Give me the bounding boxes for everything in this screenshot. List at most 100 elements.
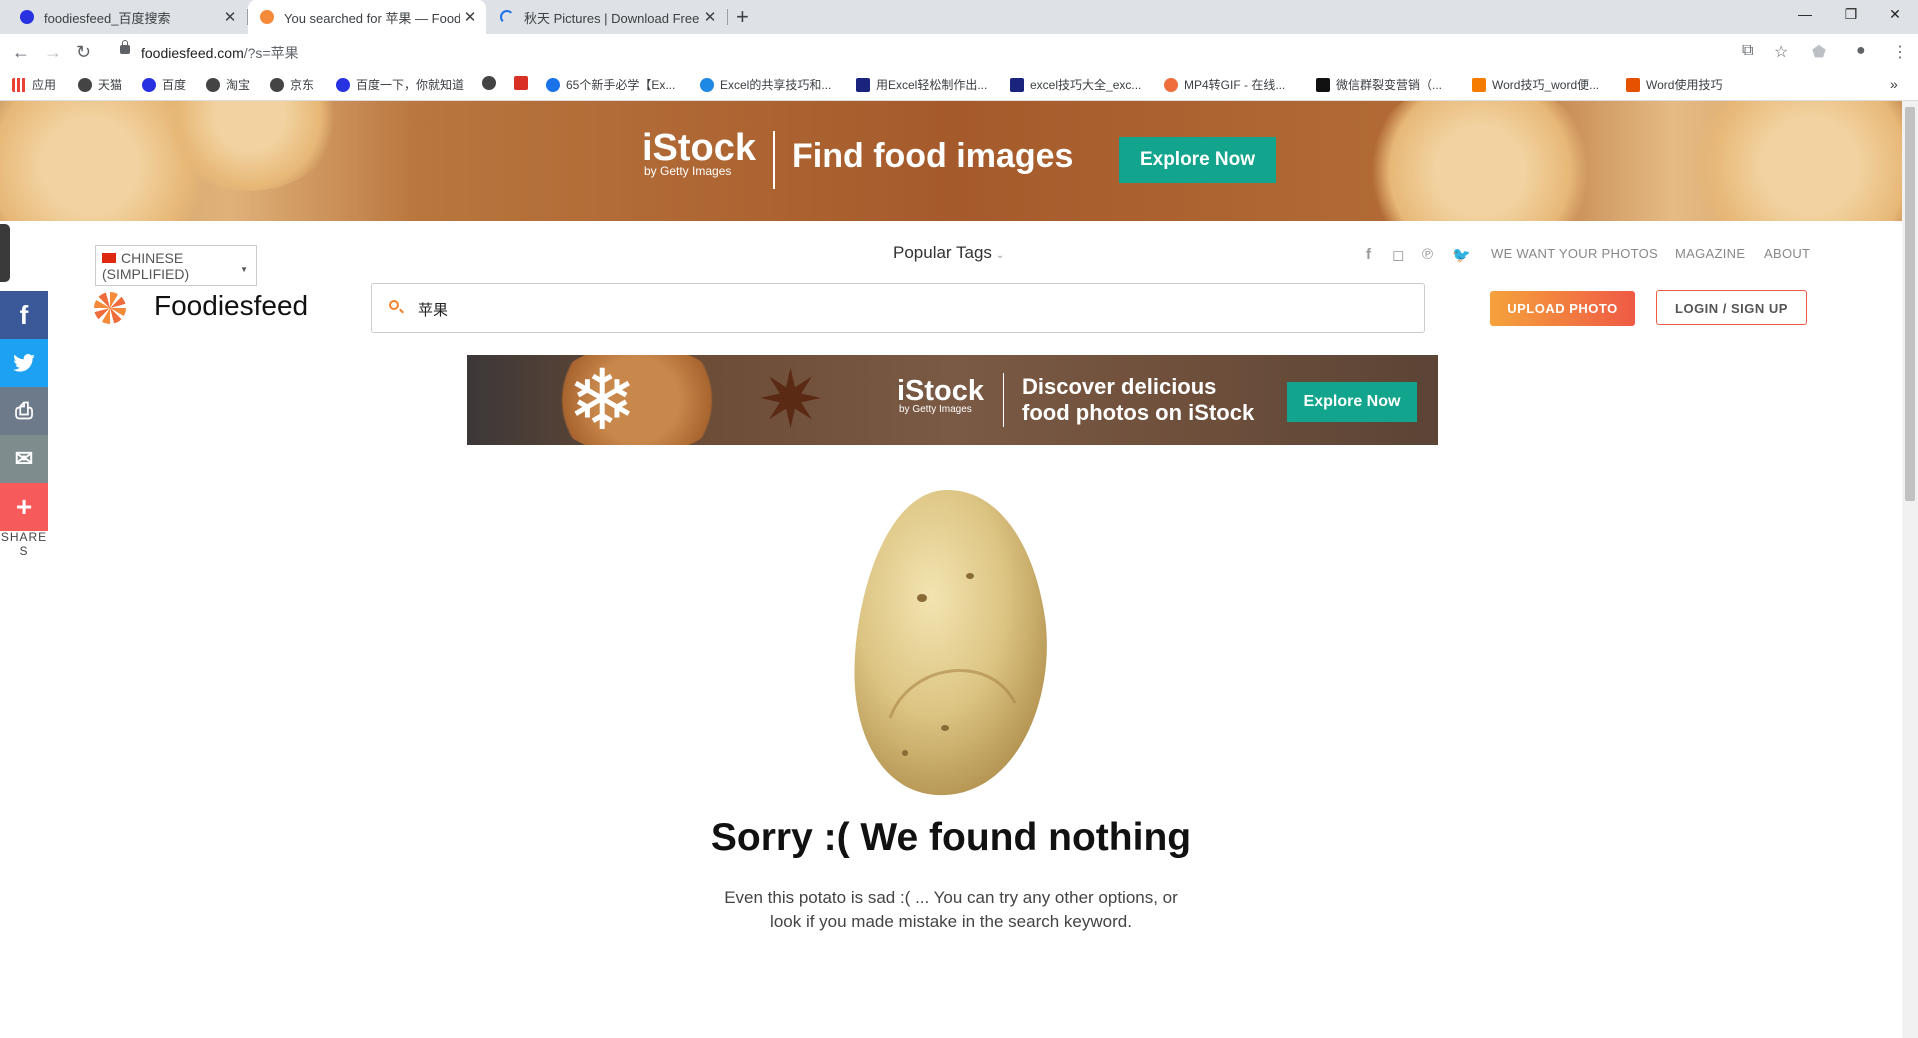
plus-icon: + bbox=[15, 491, 33, 522]
baidu-paw-icon bbox=[142, 77, 156, 92]
login-signup-button[interactable]: LOGIN / SIGN UP bbox=[1656, 290, 1807, 325]
twitter-icon[interactable]: 🐦 bbox=[1452, 246, 1471, 264]
close-window-button[interactable]: ✕ bbox=[1872, 0, 1918, 30]
search-value: 苹果 bbox=[418, 302, 449, 319]
upload-photo-button[interactable]: UPLOAD PHOTO bbox=[1490, 291, 1635, 326]
search-input[interactable]: 苹果 bbox=[371, 283, 1425, 333]
site-icon bbox=[546, 77, 560, 92]
bookmark-globe[interactable] bbox=[482, 76, 502, 90]
page-scrollbar[interactable] bbox=[1902, 101, 1918, 1038]
bookmark-wechat-group[interactable]: 微信群裂变营销（... bbox=[1316, 76, 1442, 93]
email-share-button[interactable]: ✉ bbox=[0, 435, 48, 483]
bookmark-word-tips[interactable]: Word技巧_word便... bbox=[1472, 76, 1599, 93]
baidu-favicon-icon bbox=[20, 10, 34, 24]
bookmark-baidu-search[interactable]: 百度一下，你就知道 bbox=[336, 76, 464, 93]
bookmark-apps[interactable]: 应用 bbox=[12, 76, 56, 93]
star-anise-icon: ✷ bbox=[757, 355, 825, 444]
tab-strip: foodiesfeed_百度搜索 ✕ You searched for 苹果 —… bbox=[0, 0, 1918, 34]
tab-baidu[interactable]: foodiesfeed_百度搜索 ✕ bbox=[8, 0, 246, 34]
more-bookmarks-chevron-icon[interactable]: » bbox=[1890, 76, 1898, 92]
side-handle[interactable] bbox=[0, 224, 10, 282]
menu-kebab-icon[interactable]: ⋮ bbox=[1892, 42, 1908, 62]
facebook-icon: f bbox=[19, 299, 29, 330]
loading-spinner-icon bbox=[500, 10, 514, 24]
tools-icon bbox=[1626, 77, 1640, 92]
lock-icon bbox=[120, 40, 130, 54]
foodiesfeed-logo-icon[interactable] bbox=[94, 292, 126, 324]
bookmark-c[interactable] bbox=[514, 76, 534, 90]
globe-icon bbox=[270, 77, 284, 92]
url-text: foodiesfeed.com/?s=苹果 bbox=[141, 45, 299, 61]
translate-icon[interactable]: ⧉ bbox=[1742, 42, 1753, 60]
forward-arrow-icon[interactable]: → bbox=[44, 42, 62, 63]
more-share-button[interactable]: + bbox=[0, 483, 48, 531]
print-share-button[interactable]: ⎙ bbox=[0, 387, 48, 435]
snowflake-cookie-icon: ❄ bbox=[567, 355, 638, 445]
bookmark-excel-tips[interactable]: excel技巧大全_exc... bbox=[1010, 76, 1141, 93]
minimize-button[interactable]: — bbox=[1782, 0, 1828, 30]
istock-ad-banner[interactable]: ❄ ✷ iStock by Getty Images Discover delic… bbox=[467, 355, 1438, 445]
facebook-icon[interactable]: f bbox=[1366, 246, 1371, 263]
address-bar[interactable]: foodiesfeed.com/?s=苹果 bbox=[108, 39, 1788, 65]
popular-tags-dropdown[interactable]: Popular Tags ⌄ bbox=[893, 243, 1004, 263]
print-icon: ⎙ bbox=[15, 398, 33, 423]
twitter-share-button[interactable] bbox=[0, 339, 48, 387]
instagram-icon[interactable]: ◻ bbox=[1392, 246, 1404, 264]
twitter-icon bbox=[13, 354, 35, 372]
m-logo-icon bbox=[1316, 77, 1330, 92]
pinterest-icon[interactable]: ℗ bbox=[1422, 246, 1433, 263]
bookmark-taobao[interactable]: 淘宝 bbox=[206, 76, 250, 93]
bookmark-baidu[interactable]: 百度 bbox=[142, 76, 186, 93]
close-tab-icon[interactable]: ✕ bbox=[460, 8, 480, 26]
nav-we-want-your-photos[interactable]: WE WANT YOUR PHOTOS bbox=[1491, 246, 1658, 261]
facebook-share-button[interactable]: f bbox=[0, 291, 48, 339]
new-tab-button[interactable]: + bbox=[736, 4, 749, 30]
tab-foodiesfeed[interactable]: You searched for 苹果 — Food ✕ bbox=[248, 0, 486, 34]
no-results-message: Even this potato is sad :( ... You can t… bbox=[724, 888, 1178, 931]
explore-now-button[interactable]: Explore Now bbox=[1287, 382, 1417, 422]
foodiesfeed-favicon-icon bbox=[260, 10, 274, 24]
tab-title: 秋天 Pictures | Download Free bbox=[524, 10, 700, 26]
no-results-title: Sorry :( We found nothing bbox=[710, 816, 1192, 859]
close-tab-icon[interactable]: ✕ bbox=[220, 8, 240, 26]
bookmark-tmall[interactable]: 天猫 bbox=[78, 76, 122, 93]
scrollbar-thumb[interactable] bbox=[1905, 107, 1915, 501]
close-tab-icon[interactable]: ✕ bbox=[700, 8, 720, 26]
site-icon bbox=[1010, 77, 1024, 92]
bookmarks-bar: 应用 天猫 百度 淘宝 京东 百度一下，你就知道 65个新手必学【Ex... E… bbox=[0, 70, 1918, 101]
language-selector[interactable]: CHINESE (SIMPLIFIED) ▼ bbox=[95, 245, 257, 286]
explore-now-button[interactable]: Explore Now bbox=[1119, 137, 1276, 183]
nav-magazine[interactable]: MAGAZINE bbox=[1675, 246, 1745, 261]
ad-copy: Discover delicious food photos on iStock bbox=[1022, 374, 1255, 425]
tab-title: foodiesfeed_百度搜索 bbox=[44, 10, 171, 26]
bookmark-mp4-gif[interactable]: MP4转GIF - 在线... bbox=[1164, 76, 1285, 93]
reload-icon[interactable]: ↻ bbox=[76, 42, 91, 63]
bookmark-star-icon[interactable]: ☆ bbox=[1774, 42, 1788, 62]
site-icon bbox=[1472, 77, 1486, 92]
banner-headline: Find food images bbox=[792, 137, 1074, 175]
bookmark-excel-65[interactable]: 65个新手必学【Ex... bbox=[546, 76, 675, 93]
chevron-down-icon: ⌄ bbox=[995, 250, 1005, 261]
bookmark-excel-make[interactable]: 用Excel轻松制作出... bbox=[856, 76, 987, 93]
email-icon: ✉ bbox=[14, 446, 34, 471]
search-icon bbox=[389, 300, 399, 310]
restore-button[interactable]: ❐ bbox=[1828, 0, 1874, 30]
globe-icon bbox=[482, 76, 496, 90]
globe-icon bbox=[206, 77, 220, 92]
bookmark-excel-share[interactable]: Excel的共享技巧和... bbox=[700, 76, 831, 93]
dropdown-caret-icon: ▼ bbox=[240, 265, 248, 274]
top-istock-banner[interactable]: iStock by Getty Images Find food images E… bbox=[0, 101, 1902, 221]
china-flag-icon bbox=[102, 253, 116, 263]
sad-potato-image bbox=[854, 489, 1047, 796]
istock-logo: iStock by Getty Images bbox=[642, 127, 757, 178]
back-arrow-icon[interactable]: ← bbox=[12, 42, 30, 63]
site-name[interactable]: Foodiesfeed bbox=[154, 290, 308, 322]
tab-autumn-pictures[interactable]: 秋天 Pictures | Download Free ✕ bbox=[488, 0, 726, 34]
site-icon bbox=[1164, 77, 1178, 92]
extension-icon[interactable]: ⬟ bbox=[1812, 42, 1826, 62]
globe-icon bbox=[78, 77, 92, 92]
nav-about[interactable]: ABOUT bbox=[1764, 246, 1810, 261]
bookmark-jd[interactable]: 京东 bbox=[270, 76, 314, 93]
bookmark-word-use[interactable]: Word使用技巧 bbox=[1626, 76, 1722, 93]
profile-icon[interactable]: ● bbox=[1856, 42, 1866, 60]
